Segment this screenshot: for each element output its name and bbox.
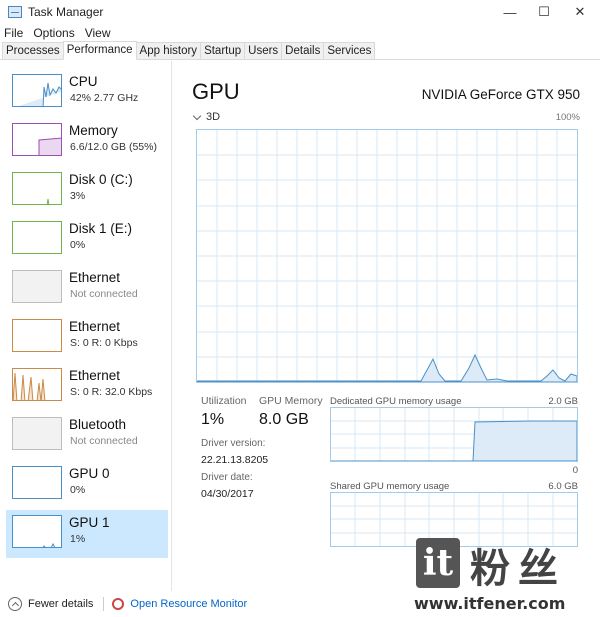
tab-services[interactable]: Services [323, 42, 376, 59]
dedicated-memory-graph [330, 407, 578, 462]
tab-strip: Processes Performance App history Startu… [0, 41, 600, 60]
sidebar-item-value: 3% [70, 190, 86, 202]
title-bar: Task Manager — ☐ ✕ [0, 0, 600, 24]
gpu-1-thumbnail-graph [12, 515, 62, 548]
utilization-label: Utilization [201, 395, 247, 407]
utilization-value: 1% [201, 411, 225, 428]
gpu-model-name: NVIDIA GeForce GTX 950 [421, 87, 580, 102]
sidebar-item-value: 42% 2.77 GHz [70, 92, 139, 104]
tab-performance[interactable]: Performance [62, 41, 137, 60]
menu-bar: File Options View [0, 24, 600, 42]
sidebar-item-value: 1% [70, 533, 86, 545]
sidebar-item-gpu-1[interactable]: GPU 1 1% [6, 510, 168, 558]
sidebar-item-label: GPU 1 [69, 515, 110, 530]
cpu-thumbnail-graph [12, 74, 62, 107]
sidebar-item-label: Bluetooth [69, 417, 127, 432]
ethernet-2-thumbnail-graph [12, 319, 62, 352]
gpu-3d-usage-graph [196, 129, 578, 383]
sidebar-item-value: Not connected [70, 288, 138, 300]
sidebar-item-label: Disk 1 (E:) [69, 221, 133, 236]
tab-users[interactable]: Users [244, 42, 283, 59]
watermark-chinese-text: 粉丝 [470, 546, 566, 592]
sidebar-item-ethernet-3[interactable]: Ethernet S: 0 R: 32.0 Kbps [6, 363, 168, 411]
maximize-button[interactable]: ☐ [526, 0, 562, 24]
performance-sidebar: CPU 42% 2.77 GHz Memory 6.6/12.0 GB (55%… [0, 61, 172, 591]
tab-details[interactable]: Details [281, 42, 325, 59]
sidebar-item-value: 0% [70, 484, 86, 496]
sidebar-item-disk-1[interactable]: Disk 1 (E:) 0% [6, 216, 168, 264]
driver-version-value: 22.21.13.8205 [201, 454, 269, 466]
gpu-0-thumbnail-graph [12, 466, 62, 499]
window-title: Task Manager [28, 5, 104, 19]
sidebar-item-label: Ethernet [69, 368, 121, 383]
sidebar-item-label: Ethernet [69, 270, 121, 285]
chevron-up-icon[interactable] [8, 597, 22, 611]
memory-thumbnail-graph [12, 123, 62, 156]
dedicated-memory-max: 2.0 GB [548, 396, 578, 407]
shared-memory-max: 6.0 GB [548, 481, 578, 492]
dedicated-memory-label: Dedicated GPU memory usage [330, 396, 462, 407]
menu-options[interactable]: Options [33, 26, 74, 40]
sidebar-item-value: S: 0 R: 32.0 Kbps [70, 386, 153, 398]
tab-app-history[interactable]: App history [135, 42, 202, 59]
sidebar-item-bluetooth[interactable]: Bluetooth Not connected [6, 412, 168, 460]
minimize-button[interactable]: — [492, 0, 528, 24]
sidebar-item-value: 0% [70, 239, 86, 251]
sidebar-item-label: GPU 0 [69, 466, 110, 481]
tab-processes[interactable]: Processes [2, 42, 64, 59]
open-resource-monitor-link[interactable]: Open Resource Monitor [130, 598, 247, 610]
page-title: GPU [192, 79, 240, 104]
driver-date-value: 04/30/2017 [201, 488, 254, 500]
disk-0-thumbnail-graph [12, 172, 62, 205]
chevron-down-icon [192, 111, 202, 120]
dedicated-memory-min: 0 [572, 465, 578, 476]
footer-divider [103, 597, 105, 611]
driver-version-label: Driver version: [201, 438, 266, 449]
gpu-memory-value: 8.0 GB [259, 411, 309, 428]
ethernet-3-thumbnail-graph [12, 368, 62, 401]
engine-selector[interactable]: 3D [192, 111, 221, 123]
sidebar-item-memory[interactable]: Memory 6.6/12.0 GB (55%) [6, 118, 168, 166]
sidebar-item-ethernet-2[interactable]: Ethernet S: 0 R: 0 Kbps [6, 314, 168, 362]
disk-1-thumbnail-graph [12, 221, 62, 254]
sidebar-item-gpu-0[interactable]: GPU 0 0% [6, 461, 168, 509]
sidebar-item-ethernet-1[interactable]: Ethernet Not connected [6, 265, 168, 313]
engine-label: 3D [206, 111, 221, 123]
sidebar-item-value: S: 0 R: 0 Kbps [70, 337, 138, 349]
sidebar-item-label: Memory [69, 123, 118, 138]
fewer-details-button[interactable]: Fewer details [28, 598, 93, 610]
watermark-url: www.itfener.com [414, 594, 566, 613]
resource-monitor-icon [112, 598, 125, 610]
gpu-detail-panel: GPU NVIDIA GeForce GTX 950 3D 100% Utili… [172, 61, 600, 591]
menu-view[interactable]: View [85, 26, 111, 40]
bluetooth-thumbnail-graph [12, 417, 62, 450]
sidebar-item-value: 6.6/12.0 GB (55%) [70, 141, 157, 153]
ethernet-1-thumbnail-graph [12, 270, 62, 303]
watermark-logo: it [416, 538, 460, 588]
task-manager-icon [8, 6, 22, 18]
menu-file[interactable]: File [4, 26, 23, 40]
graph-max-label: 100% [555, 112, 580, 123]
sidebar-item-label: Disk 0 (C:) [69, 172, 133, 187]
site-watermark: it 粉丝 www.itfener.com [412, 536, 594, 614]
gpu-memory-label: GPU Memory [259, 395, 323, 407]
sidebar-item-label: CPU [69, 74, 98, 89]
sidebar-item-value: Not connected [70, 435, 138, 447]
driver-date-label: Driver date: [201, 472, 253, 483]
sidebar-item-disk-0[interactable]: Disk 0 (C:) 3% [6, 167, 168, 215]
close-button[interactable]: ✕ [562, 0, 598, 24]
sidebar-item-label: Ethernet [69, 319, 121, 334]
shared-memory-label: Shared GPU memory usage [330, 481, 450, 492]
sidebar-item-cpu[interactable]: CPU 42% 2.77 GHz [6, 69, 168, 117]
tab-startup[interactable]: Startup [200, 42, 246, 59]
